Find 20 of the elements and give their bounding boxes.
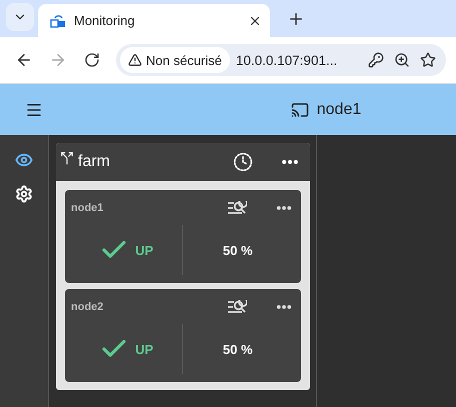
status-text: UP: [135, 242, 154, 258]
site-icon: [50, 12, 66, 28]
percent-value: 50 %: [222, 242, 253, 258]
node-name: node1: [71, 202, 104, 214]
settings-icon[interactable]: [15, 185, 33, 203]
address-text[interactable]: 10.0.0.107:901...: [236, 52, 360, 68]
key-icon[interactable]: [366, 50, 386, 70]
group-title: farm: [78, 153, 111, 171]
tab-title: Monitoring: [74, 13, 136, 28]
percent-value: 50 %: [222, 342, 253, 356]
warning-icon: [128, 53, 142, 67]
security-chip[interactable]: Non sécurisé: [120, 47, 230, 73]
clock-icon[interactable]: [232, 151, 254, 173]
header-title: node1: [316, 100, 362, 118]
node-name: node2: [71, 300, 104, 312]
cast-icon: [290, 100, 309, 118]
eye-icon[interactable]: [15, 151, 33, 169]
branch-icon: [60, 151, 74, 165]
status-text: UP: [135, 342, 154, 356]
browser-tab[interactable]: Monitoring: [38, 4, 270, 37]
